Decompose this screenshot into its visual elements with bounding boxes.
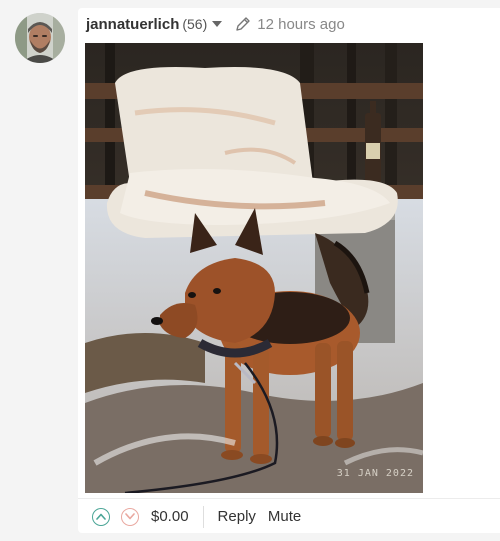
chevron-up-icon[interactable] xyxy=(92,507,110,526)
chevron-down-icon[interactable] xyxy=(121,507,139,526)
post-photo[interactable]: 31 JAN 2022 xyxy=(85,43,423,493)
author-reputation: (56) xyxy=(182,16,208,32)
reply-button[interactable]: Reply xyxy=(218,508,256,525)
pencil-icon[interactable] xyxy=(235,16,251,32)
caret-down-icon[interactable] xyxy=(211,18,223,30)
actions-divider xyxy=(202,505,204,528)
avatar-image xyxy=(15,13,65,63)
avatar[interactable] xyxy=(15,13,65,63)
comment-thread: jannatuerlich (56) 12 hours ago 31 JAN 2… xyxy=(0,0,500,541)
photo-date-stamp: 31 JAN 2022 xyxy=(336,468,414,479)
comment-card: jannatuerlich (56) 12 hours ago 31 JAN 2… xyxy=(78,8,500,533)
timestamp[interactable]: 12 hours ago xyxy=(257,16,345,33)
mute-button[interactable]: Mute xyxy=(268,508,301,525)
payout-amount[interactable]: $0.00 xyxy=(151,508,189,525)
author-name[interactable]: jannatuerlich xyxy=(86,16,179,33)
comment-actions: $0.00 Reply Mute xyxy=(78,498,500,534)
dog-photo-image xyxy=(85,43,423,493)
comment-header: jannatuerlich (56) 12 hours ago xyxy=(86,14,345,34)
